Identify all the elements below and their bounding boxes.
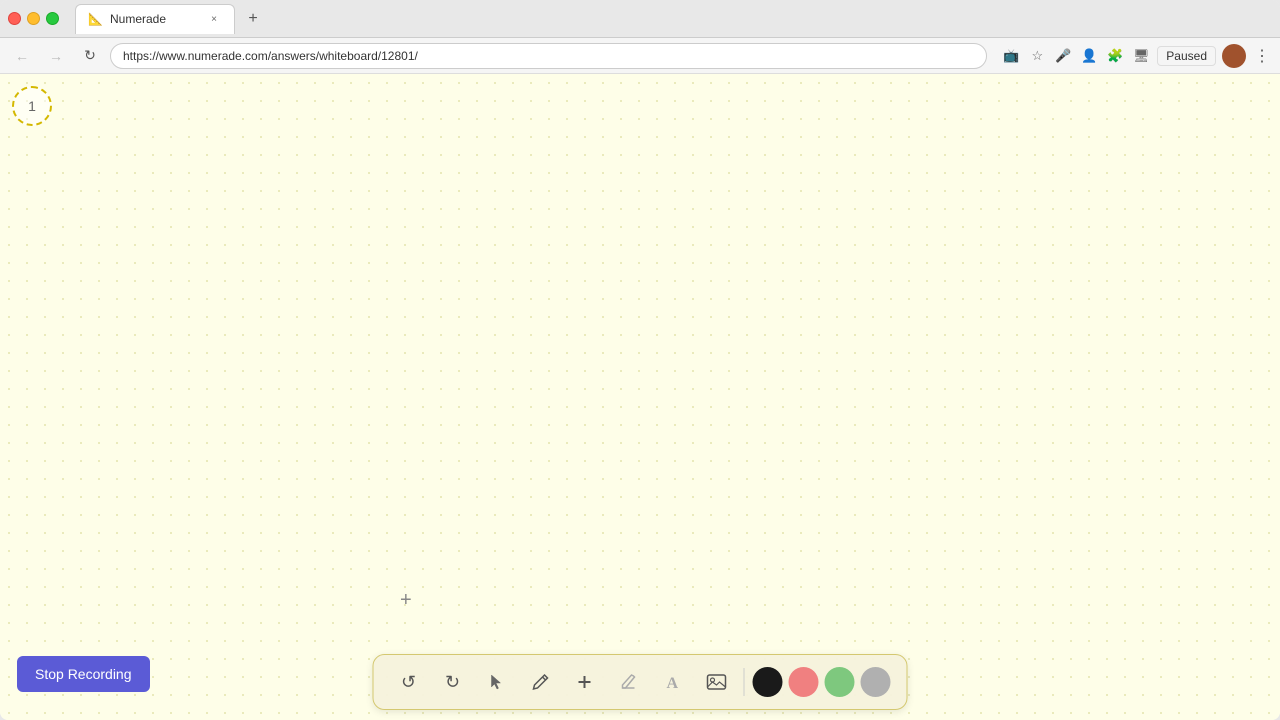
close-button[interactable]	[8, 12, 21, 25]
dot-grid-background	[0, 74, 1280, 720]
url-text: https://www.numerade.com/answers/whitebo…	[123, 49, 418, 63]
forward-button[interactable]: →	[42, 42, 70, 70]
image-icon	[706, 671, 728, 693]
tab-bar: 📐 Numerade × +	[75, 4, 267, 34]
user-avatar[interactable]	[1222, 44, 1246, 68]
profile-icon[interactable]: 👤	[1079, 46, 1099, 66]
screenshare-icon[interactable]: 🖥	[1131, 46, 1151, 66]
url-bar[interactable]: https://www.numerade.com/answers/whitebo…	[110, 43, 987, 69]
color-green-button[interactable]	[825, 667, 855, 697]
cursor-icon	[488, 673, 506, 691]
minimize-button[interactable]	[27, 12, 40, 25]
stop-recording-button[interactable]: Stop Recording	[17, 656, 150, 692]
traffic-lights	[8, 12, 59, 25]
color-pink-button[interactable]	[789, 667, 819, 697]
bookmark-icon[interactable]: ☆	[1027, 46, 1047, 66]
drawing-toolbar: ↺ ↻	[373, 654, 908, 710]
new-tab-button[interactable]: +	[239, 5, 267, 33]
active-tab[interactable]: 📐 Numerade ×	[75, 4, 235, 34]
title-bar: 📐 Numerade × +	[0, 0, 1280, 38]
back-button[interactable]: ←	[8, 42, 36, 70]
cast-icon[interactable]: 📺	[1001, 46, 1021, 66]
svg-text:A: A	[667, 675, 679, 691]
address-icons: 📺 ☆ 🎤 👤 🧩 🖥 Paused ⋮	[1001, 44, 1272, 68]
plus-icon	[576, 673, 594, 691]
microphone-icon[interactable]: 🎤	[1053, 46, 1073, 66]
redo-button[interactable]: ↻	[434, 663, 472, 701]
tab-title: Numerade	[110, 12, 198, 26]
tab-close-button[interactable]: ×	[206, 11, 222, 27]
paused-label: Paused	[1166, 49, 1207, 63]
refresh-button[interactable]: ↻	[76, 42, 104, 70]
select-tool-button[interactable]	[478, 663, 516, 701]
color-gray-button[interactable]	[861, 667, 891, 697]
browser-window: 📐 Numerade × + ← → ↻ https://www.numerad…	[0, 0, 1280, 720]
address-bar: ← → ↻ https://www.numerade.com/answers/w…	[0, 38, 1280, 74]
add-tool-button[interactable]	[566, 663, 604, 701]
color-black-button[interactable]	[753, 667, 783, 697]
whiteboard-area[interactable]: 1 + Stop Recording ↺ ↻	[0, 74, 1280, 720]
extension-icon[interactable]: 🧩	[1105, 46, 1125, 66]
paused-button[interactable]: Paused	[1157, 46, 1216, 66]
eraser-icon	[620, 673, 638, 691]
pen-tool-button[interactable]	[522, 663, 560, 701]
pen-icon	[532, 673, 550, 691]
page-number: 1	[12, 86, 52, 126]
undo-button[interactable]: ↺	[390, 663, 428, 701]
eraser-tool-button[interactable]	[610, 663, 648, 701]
image-tool-button[interactable]	[698, 663, 736, 701]
text-icon: A	[664, 673, 682, 691]
tab-favicon: 📐	[88, 12, 102, 26]
text-tool-button[interactable]: A	[654, 663, 692, 701]
maximize-button[interactable]	[46, 12, 59, 25]
toolbar-separator	[744, 668, 745, 696]
browser-menu-button[interactable]: ⋮	[1252, 46, 1272, 66]
